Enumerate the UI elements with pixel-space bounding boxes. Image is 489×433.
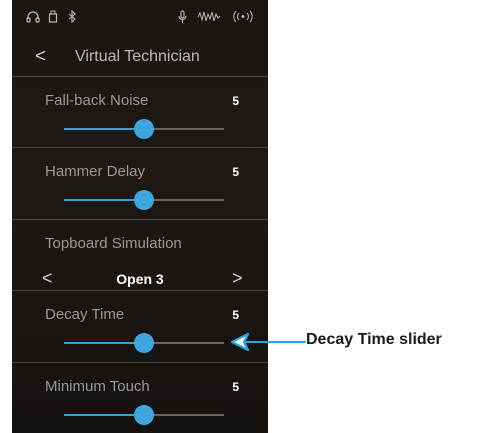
setting-value: 5 (232, 94, 239, 108)
slider-fill (64, 199, 144, 201)
setting-label: Minimum Touch (45, 378, 150, 395)
callout-arrow-icon (230, 332, 306, 352)
slider-fill (64, 128, 144, 130)
sound-wave-icon (197, 10, 221, 27)
microphone-icon (178, 10, 187, 28)
setting-row-topboard-simulation: Topboard Simulation < Open 3 > (12, 220, 268, 291)
setting-value: 5 (232, 308, 239, 322)
setting-label: Hammer Delay (45, 163, 146, 180)
slider-knob[interactable] (134, 119, 154, 139)
wireless-icon (232, 10, 254, 27)
slider-knob[interactable] (134, 190, 154, 210)
headphones-icon (26, 10, 40, 27)
setting-row-minimum-touch: Minimum Touch 5 (12, 363, 268, 433)
setting-label: Fall-back Noise (45, 92, 149, 109)
setting-label: Topboard Simulation (45, 235, 182, 252)
callout-label: Decay Time slider (306, 331, 442, 348)
status-bar (12, 0, 268, 36)
back-button[interactable]: < (35, 46, 46, 68)
selected-option: Open 3 (116, 271, 164, 287)
slider-fill (64, 342, 144, 344)
app-screen: < Virtual Technician Fall-back Noise 5 H… (12, 0, 268, 433)
minimum-touch-slider[interactable] (64, 405, 224, 425)
bluetooth-icon (68, 9, 77, 27)
slider-fill (64, 414, 144, 416)
setting-value: 5 (232, 380, 239, 394)
slider-knob[interactable] (134, 333, 154, 353)
setting-row-hammer-delay: Hammer Delay 5 (12, 148, 268, 220)
decay-time-slider[interactable] (64, 333, 224, 353)
usb-icon (48, 10, 58, 27)
fall-back-noise-slider[interactable] (64, 119, 224, 139)
screen-header: < Virtual Technician (12, 36, 268, 77)
setting-value: 5 (232, 165, 239, 179)
page-title: Virtual Technician (75, 48, 200, 65)
setting-row-fall-back-noise: Fall-back Noise 5 (12, 77, 268, 148)
setting-label: Decay Time (45, 306, 125, 323)
next-option-button[interactable]: > (232, 268, 243, 289)
hammer-delay-slider[interactable] (64, 190, 224, 210)
slider-knob[interactable] (134, 405, 154, 425)
